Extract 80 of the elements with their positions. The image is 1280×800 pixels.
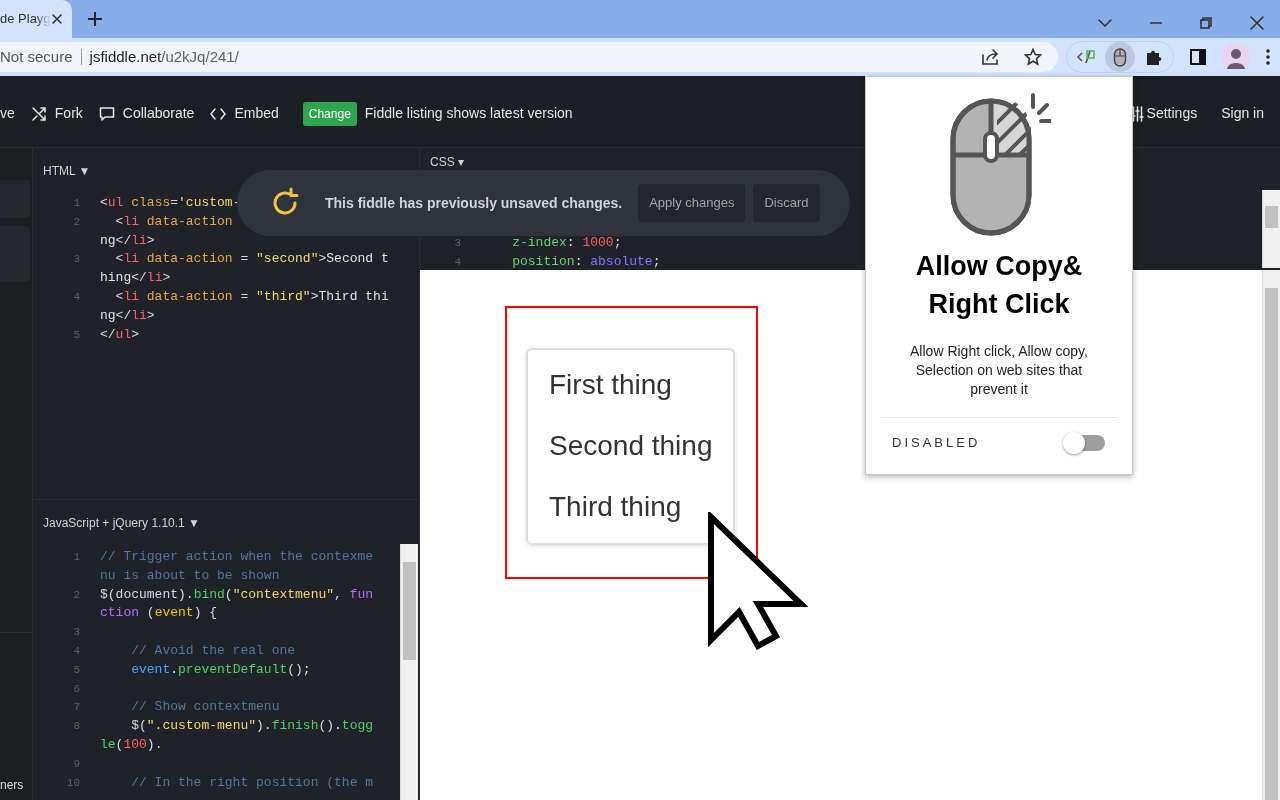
banner-message: This fiddle has previously unsaved changes. — [325, 193, 623, 213]
banner-button[interactable]: Discard — [753, 184, 820, 222]
star-icon[interactable] — [1024, 48, 1042, 66]
shuffle-icon — [30, 105, 47, 122]
code-line: ng</li> — [99, 306, 155, 325]
code-line: position: absolute; — [511, 252, 661, 271]
popup-title: Allow Copy& Right Click — [914, 250, 1084, 321]
security-label[interactable]: Not secure — [0, 45, 73, 69]
code-line: <ul class='custom- — [99, 194, 241, 212]
cursor-arrow-icon — [706, 512, 810, 650]
line-number: 1 — [72, 550, 80, 565]
line-number: 5 — [72, 662, 80, 678]
line-number: 10 — [65, 775, 80, 791]
code-line: <li data-action = "third">Third thi — [114, 288, 389, 306]
code-line: </ul> — [99, 325, 140, 344]
banner-button[interactable]: Apply changes — [638, 184, 746, 222]
code-line: nu is about to be shown — [99, 566, 280, 585]
scrollbar[interactable] — [400, 544, 418, 800]
toggle-label: DISABLED — [892, 434, 981, 452]
url-text: jsfiddle.net/u2kJq/241/ — [89, 46, 239, 67]
line-number: 9 — [72, 756, 80, 772]
line-number: 4 — [453, 254, 461, 270]
address-bar[interactable]: Not secure jsfiddle.net/u2kJq/241/ — [0, 42, 1058, 72]
more-menu-icon[interactable] — [1266, 49, 1270, 65]
chat-icon — [98, 105, 115, 122]
notice-text: Fiddle listing shows latest version — [364, 104, 573, 123]
toolbar-link[interactable]: Embed — [210, 103, 279, 124]
code-line: $(".custom-menu").finish().togg — [130, 717, 374, 736]
sidebar-text[interactable]: ners — [0, 778, 24, 792]
mouse-icon — [1113, 47, 1127, 67]
line-number: 3 — [72, 625, 80, 641]
panel-title[interactable]: JavaScript + jQuery 1.10.1 ▼ — [43, 516, 200, 530]
code-line: hing</li> — [99, 269, 171, 288]
code-icon — [210, 107, 227, 120]
menu-item[interactable]: Second thing — [528, 415, 733, 476]
code-line: // Trigger action when the contexme — [99, 548, 374, 566]
scrollbar[interactable] — [1262, 270, 1280, 800]
code-line: // In the right position (the m — [130, 773, 374, 792]
toolbar-link[interactable]: Sign in — [1221, 103, 1264, 124]
code-line: ng</li> — [99, 231, 155, 250]
line-number: 1 — [72, 196, 80, 211]
puzzle-icon — [1145, 48, 1163, 66]
code-line: ction (event) { — [99, 604, 218, 623]
menu-item[interactable]: Third thing — [528, 476, 733, 537]
browser-tab[interactable]: de Playg — [0, 0, 72, 38]
share-icon[interactable] — [982, 49, 1000, 65]
code-icon — [1076, 48, 1096, 66]
line-number: 3 — [453, 236, 461, 251]
restore-icon[interactable] — [1200, 17, 1212, 29]
plus-icon[interactable] — [88, 11, 102, 26]
change-badge: Change — [302, 101, 357, 126]
code-line: le(100). — [99, 735, 163, 754]
panel-title[interactable]: CSS ▾ — [430, 155, 464, 169]
code-line: <li data-action — [114, 212, 233, 231]
code-line: <li data-action = "second">Second t — [114, 250, 389, 269]
menu-item[interactable]: First thing — [528, 354, 733, 415]
code-line: event.preventDefault(); — [130, 660, 311, 679]
panel-title[interactable]: HTML ▼ — [43, 164, 91, 178]
line-number: 5 — [72, 327, 80, 343]
chevron-down-icon[interactable] — [1098, 19, 1112, 27]
extension-button[interactable] — [1105, 42, 1135, 72]
code-line: // Show contextmenu — [130, 698, 280, 717]
toolbar-link[interactable]: Settings — [1130, 103, 1198, 124]
toolbar-link[interactable]: Collaborate — [98, 103, 195, 124]
side-panel-icon[interactable] — [1190, 49, 1206, 65]
code-line: $(document).bind("contextmenu", fun — [99, 585, 374, 604]
line-number: 4 — [72, 644, 80, 659]
line-number: 4 — [72, 290, 80, 305]
avatar-icon[interactable] — [1222, 43, 1250, 71]
code-line: // Avoid the real one — [130, 642, 296, 660]
sliders-icon — [1130, 105, 1144, 122]
scrollbar[interactable] — [1262, 190, 1280, 268]
popup-description: Allow Right click, Allow copy, Selection on web sites that prevent it — [909, 342, 1089, 399]
close-icon[interactable] — [1250, 16, 1264, 30]
code-line: z-index: 1000; — [511, 234, 622, 252]
line-number: 3 — [72, 252, 80, 268]
toolbar-link[interactable]: Fork — [30, 103, 83, 124]
line-number: 7 — [72, 700, 80, 716]
close-icon[interactable] — [50, 13, 63, 25]
toolbar-link[interactable]: ve — [0, 103, 15, 124]
